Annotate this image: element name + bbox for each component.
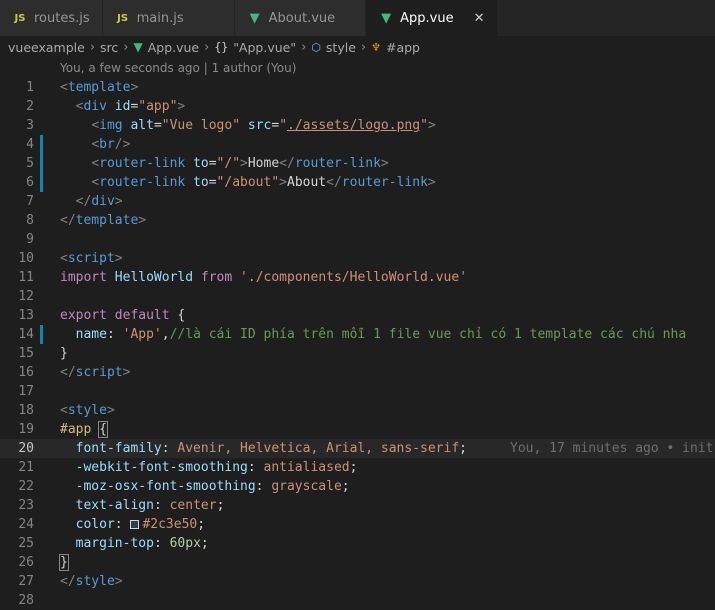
code-line-21: 21 -webkit-font-smoothing: antialiased; [18,460,358,475]
tab-about-vue[interactable]: ▼ About.vue [234,0,367,36]
code-line-26: 26 } [18,554,69,571]
code-line-5: 5 <router-link to="/">Home</router-link> [26,154,389,173]
chevron-right-icon: › [360,39,367,55]
vue-file-icon: ▼ [133,40,143,54]
inline-git-blame[interactable]: You, 17 minutes ago • init [510,439,714,458]
braces-icon: {} [214,40,229,54]
breadcrumb-section[interactable]: style [326,40,356,55]
code-line-20-current: 20 font-family: Avenir, Helvetica, Arial… [0,439,715,458]
code-line-18: 18 <style> [18,403,115,418]
color-swatch[interactable] [130,520,140,529]
tab-label: About.vue [268,10,336,26]
modified-line-indicator [40,154,43,173]
code-line-22: 22 -moz-osx-font-smoothing: grayscale; [18,479,350,494]
editor-tab-bar: JS routes.js JS main.js ▼ About.vue ▼ Ap… [0,0,715,36]
code-line-13: 13 export default { [18,308,186,323]
modified-line-indicator [40,325,43,344]
code-line-24: 24 color: #2c3e50; [18,517,206,532]
breadcrumb-component[interactable]: "App.vue" [233,40,296,55]
breadcrumb-folder-vueexample[interactable]: vueexample [8,40,85,55]
code-line-17: 17 [18,384,34,399]
git-blame-header[interactable]: You, a few seconds ago | 1 author (You) [0,58,715,78]
vue-file-icon: ▼ [381,10,392,26]
close-tab-icon[interactable]: ✕ [474,11,485,26]
code-line-7: 7 </div> [26,194,123,209]
asset-link[interactable]: ./assets/logo.png [287,118,420,133]
tab-main-js[interactable]: JS main.js [102,0,235,36]
code-line-16: 16 </script> [18,365,131,380]
css-selector-icon: ♆ [371,40,381,54]
chevron-right-icon: › [301,39,307,55]
chevron-right-icon: › [123,39,129,55]
code-line-25: 25 margin-top: 60px; [18,536,209,551]
code-editor[interactable]: 1 <template> 2 <div id="app"> 3 <img alt… [0,78,715,610]
code-line-28: 28 [18,593,34,608]
code-line-11: 11 import HelloWorld from './components/… [18,270,468,285]
tab-label: main.js [136,10,184,26]
tab-label: routes.js [34,10,90,26]
breadcrumb-selector[interactable]: #app [386,40,420,55]
modified-line-indicator [40,135,43,154]
code-line-14: 14 name: 'App',//là cái ID phía trên mỗi… [18,325,687,344]
chevron-right-icon: › [89,39,96,55]
code-line-10: 10 <script> [18,251,123,266]
code-line-27: 27 </style> [18,574,123,589]
breadcrumb: vueexample › src › ▼ App.vue › {} "App.v… [0,36,715,58]
modified-line-indicator [40,173,43,192]
code-line-9: 9 [26,232,34,247]
code-line-1: 1 <template> [26,80,139,95]
code-line-8: 8 </template> [26,213,147,228]
javascript-file-icon: JS [117,12,129,24]
code-line-12: 12 [18,289,34,304]
breadcrumb-folder-src[interactable]: src [100,40,118,55]
tab-routes-js[interactable]: JS routes.js [0,0,103,36]
code-line-3: 3 <img alt="Vue logo" src="./assets/logo… [26,118,436,133]
breadcrumb-file[interactable]: App.vue [148,40,199,55]
tab-label: App.vue [400,10,454,26]
vue-file-icon: ▼ [249,10,260,26]
code-line-19: 19 #app { [18,421,108,438]
code-line-4: 4 <br/> [26,135,131,154]
cube-icon: ⬡ [311,40,321,54]
javascript-file-icon: JS [14,12,26,24]
chevron-right-icon: › [204,39,210,55]
code-line-23: 23 text-align: center; [18,498,225,513]
code-line-6: 6 <router-link to="/about">About</router… [26,173,436,192]
tab-app-vue[interactable]: ▼ App.vue ✕ [366,0,498,36]
code-line-15: 15 } [18,346,68,361]
code-line-2: 2 <div id="app"> [26,99,186,114]
